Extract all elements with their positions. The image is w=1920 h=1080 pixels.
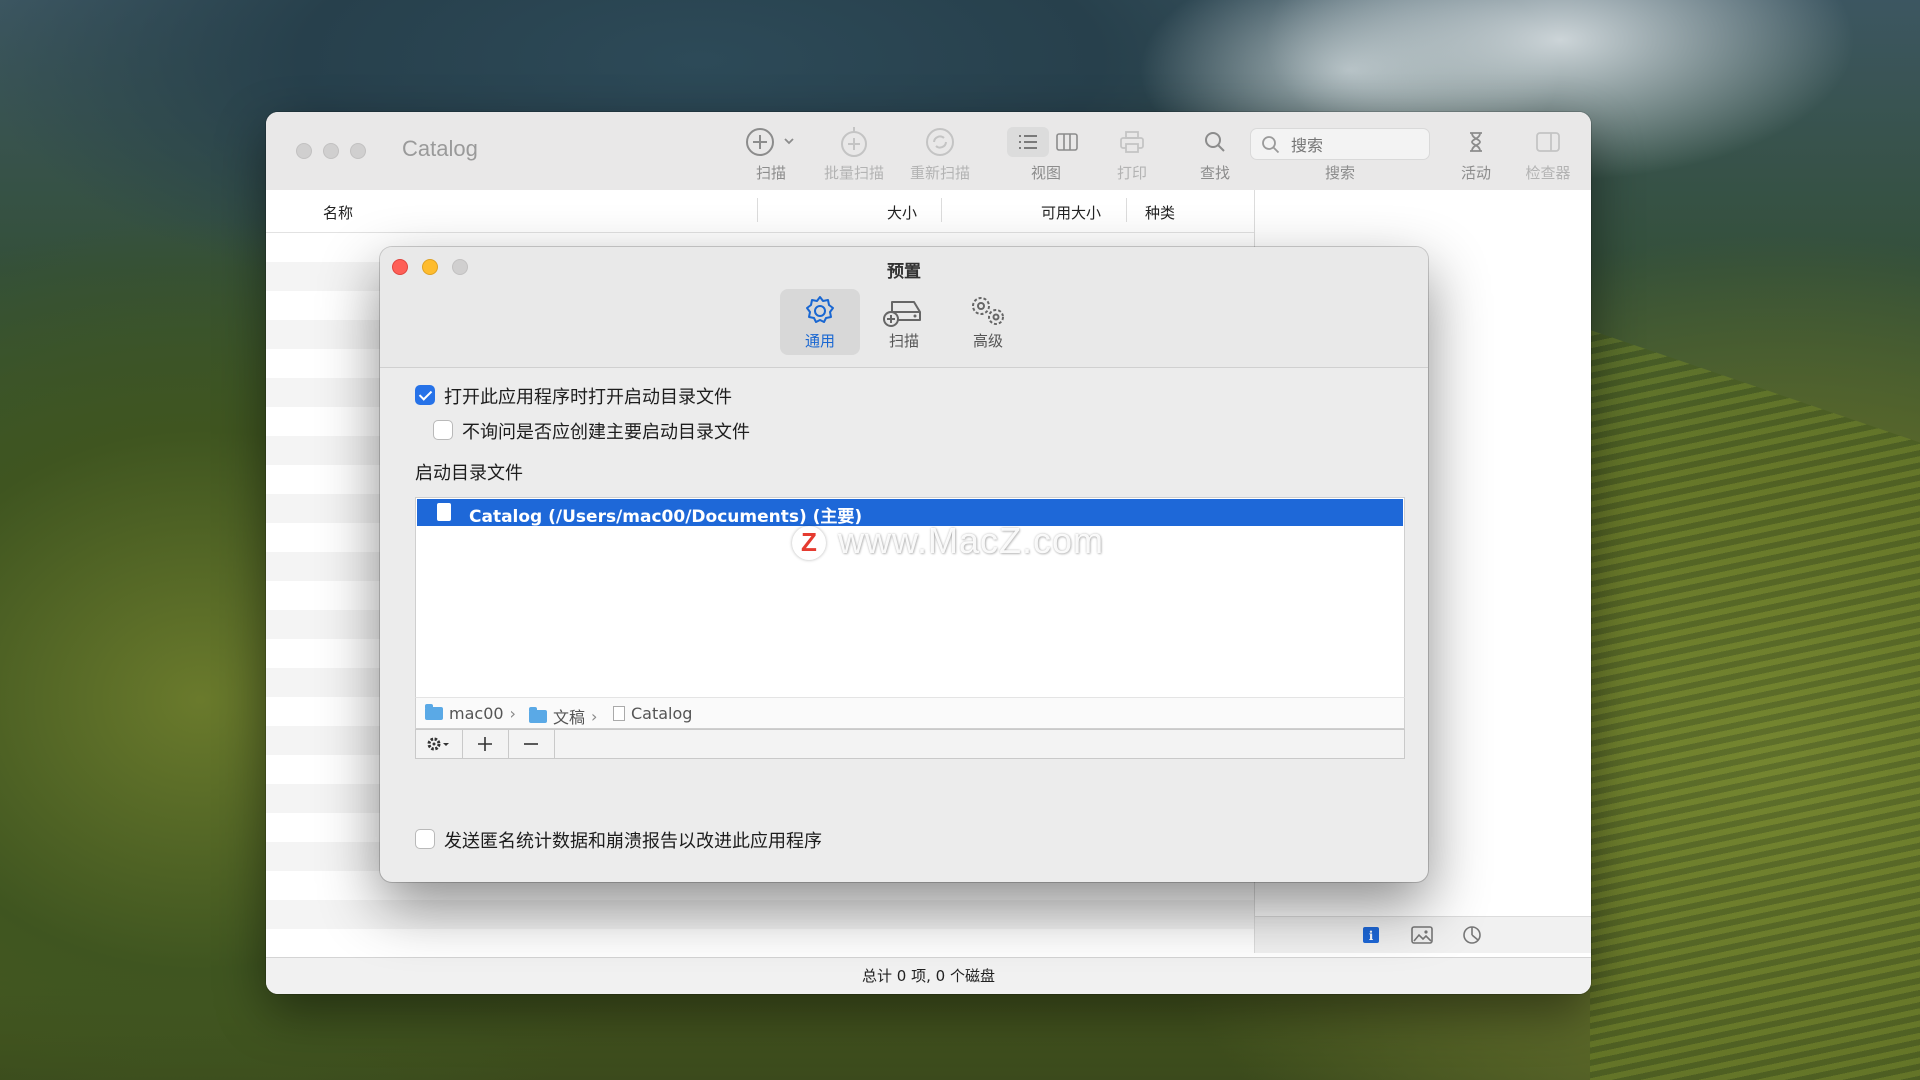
column-size[interactable]: 大小 [887,202,917,223]
tab-general[interactable]: 通用 [780,289,860,355]
sidebar-right-icon [1518,124,1578,160]
column-view-icon[interactable] [1049,127,1085,157]
refresh-icon [900,124,980,160]
view-button[interactable]: 视图 [1004,124,1088,183]
search-input[interactable] [1289,133,1423,157]
send-stats-label: 发送匿名统计数据和崩溃报告以改进此应用程序 [444,831,822,852]
path-bar: mac00 › 文稿 › Catalog [415,697,1405,729]
document-icon [613,706,625,721]
send-stats-checkbox[interactable] [415,829,435,849]
column-available-size[interactable]: 可用大小 [1041,202,1101,223]
column-divider[interactable] [1126,198,1127,222]
column-kind[interactable]: 种类 [1145,202,1175,223]
plus-icon [478,737,492,751]
info-icon[interactable]: i [1360,925,1382,945]
folder-icon [529,706,547,723]
column-header: 名称 大小 可用大小 种类 [266,190,1254,233]
path-segment[interactable]: mac00 › [425,704,516,723]
add-button[interactable] [462,730,509,758]
document-icon [437,503,451,521]
open-on-launch-label: 打开此应用程序时打开启动目录文件 [444,387,732,408]
tab-scan[interactable]: 扫描 [864,289,944,355]
image-icon[interactable] [1411,925,1433,945]
watermark-logo: Z [792,526,826,560]
print-button[interactable]: 打印 [1106,124,1158,183]
disk-add-icon [864,293,944,329]
magnifier-icon [1189,124,1241,160]
background-field-stripes [1590,330,1920,1080]
search-field[interactable] [1250,128,1430,160]
dont-ask-checkbox[interactable] [433,420,453,440]
minus-icon [524,743,538,745]
watermark-text: www.MacZ.com [838,520,1105,561]
rescan-button[interactable]: 重新扫描 [900,124,980,183]
batch-scan-button[interactable]: 批量扫描 [814,124,894,183]
chart-icon[interactable] [1461,925,1483,945]
preferences-toolbar: 预置 通用 扫描 高级 [380,247,1428,368]
column-divider[interactable] [941,198,942,222]
gear-dropdown-icon [427,737,449,751]
minimize-button[interactable] [323,143,339,159]
search-label: 搜索 [1324,164,1355,182]
dont-ask-label: 不询问是否应创建主要启动目录文件 [462,422,750,443]
close-button[interactable] [296,143,312,159]
scan-button[interactable]: 扫描 [736,124,806,183]
path-segment[interactable]: Catalog [613,704,692,723]
inspector-tab-bar: i [1255,916,1591,953]
chevron-right-icon: › [591,706,598,726]
zoom-button[interactable] [350,143,366,159]
hourglass-icon [1451,124,1501,160]
list-view-icon[interactable] [1007,127,1049,157]
action-gear-button[interactable] [416,730,463,758]
open-on-launch-checkbox[interactable] [415,385,435,405]
inspector-button[interactable]: 检查器 [1518,124,1578,183]
remove-button[interactable] [508,730,555,758]
status-bar: 总计 0 项, 0 个磁盘 [266,957,1591,994]
main-titlebar: Catalog 扫描 批量扫描 重新扫描 视图 打印 查找 搜索 搜索 活动 检… [266,112,1591,191]
add-circle-icon [736,124,806,160]
tab-advanced[interactable]: 高级 [948,289,1028,355]
batch-add-icon [814,124,894,160]
chevron-right-icon: › [509,704,516,723]
find-button[interactable]: 查找 [1189,124,1241,183]
path-segment[interactable]: 文稿 › [529,704,597,728]
column-divider[interactable] [757,198,758,222]
window-title: Catalog [402,136,478,161]
preferences-title: 预置 [887,262,921,282]
column-name[interactable]: 名称 [323,202,353,223]
preferences-window: 预置 通用 扫描 高级 打开此应用程序时打开启动目录文件 不询问是否应创建主要启… [380,247,1428,882]
list-button-bar [415,729,1405,759]
activity-button[interactable]: 活动 [1451,124,1501,183]
home-folder-icon [425,704,443,720]
gear-icon [780,293,860,329]
gears-icon [948,293,1028,329]
search-icon [1262,136,1280,154]
printer-icon [1106,124,1158,160]
svg-text:i: i [1369,929,1374,943]
startup-section-label: 启动目录文件 [415,463,523,484]
